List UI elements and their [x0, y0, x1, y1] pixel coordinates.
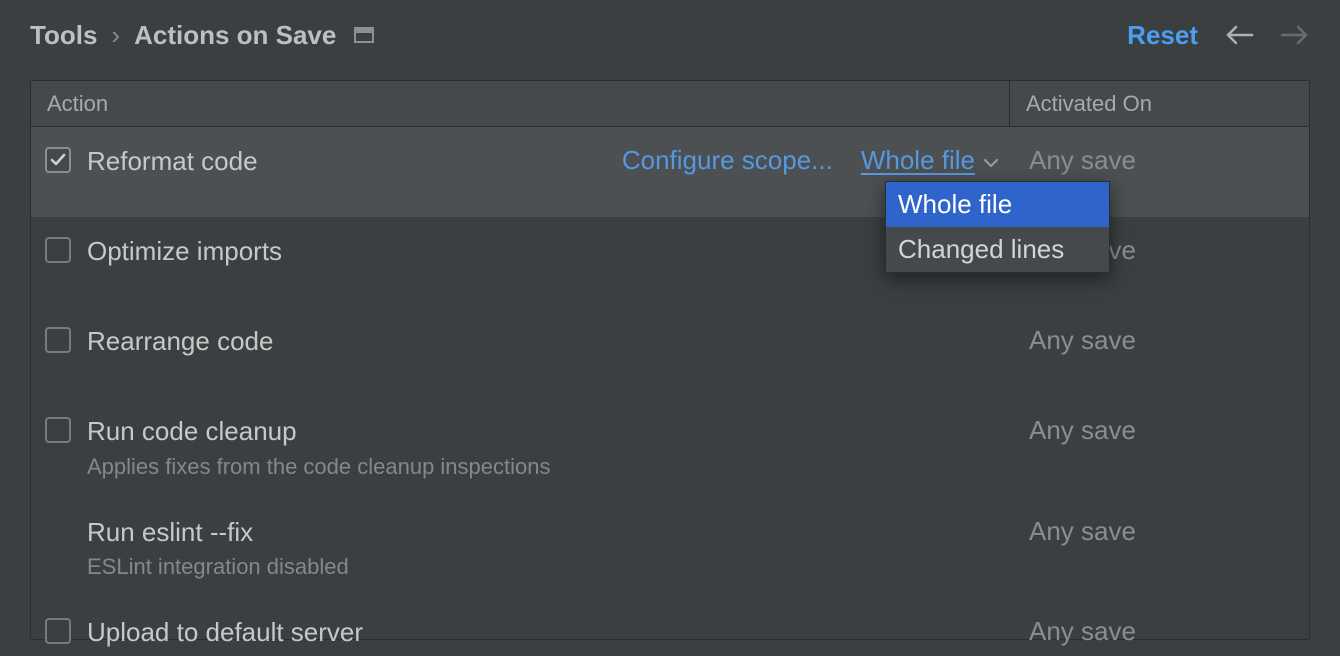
action-checkbox[interactable]	[45, 618, 71, 644]
table-row[interactable]: Optimize importsAny save	[31, 217, 1309, 307]
scope-dropdown[interactable]: Whole file	[861, 145, 999, 176]
scope-dropdown-popup: Whole fileChanged lines	[885, 181, 1110, 273]
action-checkbox[interactable]	[45, 147, 71, 173]
activated-on-value: Any save	[1013, 325, 1295, 356]
action-label-block: Reformat code	[87, 145, 622, 178]
table-row[interactable]: Run eslint --fix ESLint integration disab…	[31, 498, 1309, 599]
action-label-block: Optimize imports	[87, 235, 1013, 268]
action-sublabel: Applies fixes from the code cleanup insp…	[87, 454, 1013, 480]
activated-on-value: Any save	[1013, 145, 1295, 176]
table-row[interactable]: Upload to default serverDefault server i…	[31, 598, 1309, 656]
window-icon	[354, 27, 374, 43]
activated-on-value: Any save	[1013, 616, 1295, 647]
table-row[interactable]: Run code cleanup Applies fixes from the c…	[31, 397, 1309, 498]
action-checkbox[interactable]	[45, 327, 71, 353]
chevron-down-icon	[983, 145, 999, 176]
action-label: Rearrange code	[87, 325, 1013, 358]
action-label: Optimize imports	[87, 235, 1013, 268]
breadcrumb-separator: ›	[111, 20, 120, 51]
settings-header: Tools › Actions on Save Reset	[0, 0, 1340, 70]
col-header-activated: Activated On	[1009, 81, 1309, 126]
action-sublabel: ESLint integration disabled	[87, 554, 1013, 580]
activated-on-value: Any save	[1013, 516, 1295, 547]
table-row[interactable]: Rearrange codeAny save	[31, 307, 1309, 397]
table-header: Action Activated On	[31, 81, 1309, 127]
action-label: Run eslint --fix	[87, 516, 1013, 549]
forward-button	[1280, 24, 1310, 46]
action-label-block: Rearrange code	[87, 325, 1013, 358]
scope-dropdown-value: Whole file	[861, 145, 975, 176]
breadcrumb-parent[interactable]: Tools	[30, 20, 97, 51]
actions-table: Action Activated On Reformat codeConfigu…	[30, 80, 1310, 640]
header-actions: Reset	[1127, 20, 1310, 51]
scope-option[interactable]: Changed lines	[886, 227, 1109, 272]
action-label: Run code cleanup	[87, 415, 1013, 448]
scope-option[interactable]: Whole file	[886, 182, 1109, 227]
action-label-block: Upload to default serverDefault server i…	[87, 616, 1013, 656]
action-checkbox[interactable]	[45, 417, 71, 443]
breadcrumb: Tools › Actions on Save	[30, 20, 336, 51]
col-header-action: Action	[31, 91, 1009, 117]
row-extras: Configure scope... Whole file	[622, 145, 1013, 176]
table-row[interactable]: Reformat codeConfigure scope... Whole fil…	[31, 127, 1309, 217]
breadcrumb-current: Actions on Save	[134, 20, 336, 51]
action-label: Reformat code	[87, 145, 622, 178]
action-label-block: Run eslint --fix ESLint integration disab…	[87, 516, 1013, 581]
action-label: Upload to default server	[87, 616, 1013, 649]
back-button[interactable]	[1224, 24, 1254, 46]
table-body: Reformat codeConfigure scope... Whole fil…	[31, 127, 1309, 656]
reset-button[interactable]: Reset	[1127, 20, 1198, 51]
activated-on-value: Any save	[1013, 415, 1295, 446]
configure-scope-link[interactable]: Configure scope...	[622, 145, 833, 176]
action-label-block: Run code cleanup Applies fixes from the c…	[87, 415, 1013, 480]
action-checkbox[interactable]	[45, 237, 71, 263]
